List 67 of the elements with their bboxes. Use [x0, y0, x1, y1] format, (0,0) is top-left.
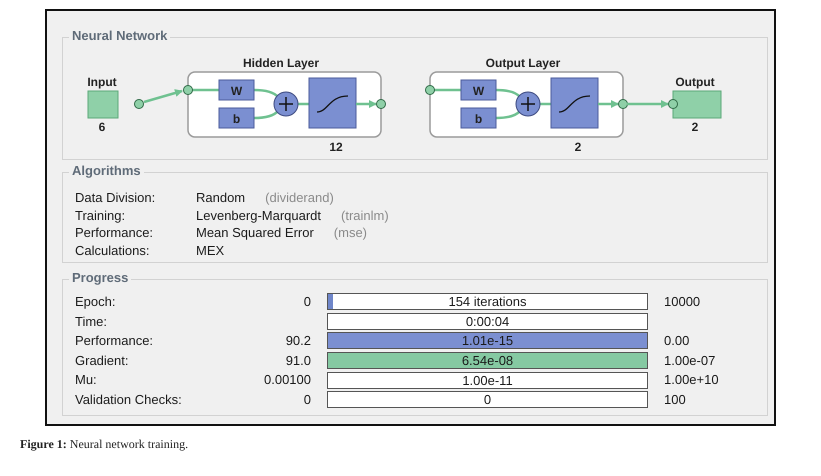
transfer-function-block	[308, 78, 356, 128]
weight-label: W	[230, 84, 242, 98]
connector-line	[494, 88, 552, 120]
bias-label: b	[232, 112, 240, 126]
start-value: 0	[302, 391, 311, 410]
field-value: Mean Squared Error	[196, 224, 314, 242]
target-value: 1.00e-07	[664, 352, 716, 370]
figure-caption: Figure 1: Neural network training.	[20, 436, 190, 453]
field-label: Data Division:	[74, 189, 156, 206]
bias-label: b	[474, 112, 482, 126]
start-value: 0	[302, 293, 311, 312]
input-node	[88, 90, 118, 118]
panel-title: Progress	[69, 270, 132, 286]
connector-line	[252, 88, 310, 120]
function-name: (dividerand)	[265, 189, 334, 206]
connector-arrow	[144, 89, 183, 104]
start-value: 90.2	[284, 332, 311, 350]
node-size: 6	[98, 120, 106, 134]
node-label: Output	[675, 75, 715, 89]
target-value: 100	[664, 391, 686, 410]
panel-title: Algorithms	[69, 163, 144, 179]
field-label: Performance:	[74, 224, 154, 242]
transfer-function-block	[550, 78, 598, 128]
function-name: (mse)	[334, 224, 367, 242]
weight-block	[218, 80, 254, 100]
sum-node	[274, 92, 298, 116]
layer-title: Hidden Layer	[242, 56, 320, 70]
weight-block	[460, 80, 496, 100]
bias-block	[218, 108, 254, 128]
connector-arrow	[598, 100, 619, 108]
layer-size: 2	[574, 140, 582, 154]
field-label: Gradient:	[74, 352, 130, 370]
node-label: Input	[87, 75, 117, 89]
target-value: 0.00	[664, 332, 690, 350]
port-dot	[618, 99, 628, 109]
field-value: Levenberg-Marquardt	[196, 206, 322, 224]
weight-label: W	[472, 84, 484, 98]
bar-value: 154 iterations	[447, 294, 528, 310]
bar-value: 6.54e-08	[460, 353, 514, 368]
function-name: (trainlm)	[341, 206, 389, 224]
field-label: Calculations:	[74, 242, 150, 259]
port-dot	[425, 85, 435, 95]
field-value: Random	[196, 189, 246, 206]
field-label: Performance:	[74, 332, 154, 350]
target-value: 1.00e+10	[664, 371, 719, 390]
output-node	[672, 90, 722, 118]
field-label: Time:	[74, 312, 108, 331]
start-value: 0.00100	[263, 371, 311, 390]
start-value: 91.0	[284, 352, 311, 370]
field-label: Mu:	[74, 371, 98, 390]
port-dot	[183, 85, 193, 95]
bias-block	[460, 108, 496, 128]
port-dot	[134, 99, 144, 109]
connector-arrow	[356, 100, 377, 108]
target-value: 10000	[664, 293, 700, 312]
bar-value: 1.01e-15	[460, 333, 514, 348]
node-size: 2	[692, 120, 698, 134]
sum-node	[516, 92, 540, 116]
field-label: Epoch:	[74, 293, 116, 312]
field-label: Validation Checks:	[74, 391, 183, 410]
layer-size: 12	[329, 140, 343, 154]
port-dot	[668, 99, 678, 109]
layer-title: Output Layer	[486, 56, 560, 70]
field-value: MEX	[196, 242, 224, 259]
field-label: Training:	[74, 206, 126, 224]
port-dot	[376, 99, 386, 109]
connector-arrow	[627, 100, 669, 108]
